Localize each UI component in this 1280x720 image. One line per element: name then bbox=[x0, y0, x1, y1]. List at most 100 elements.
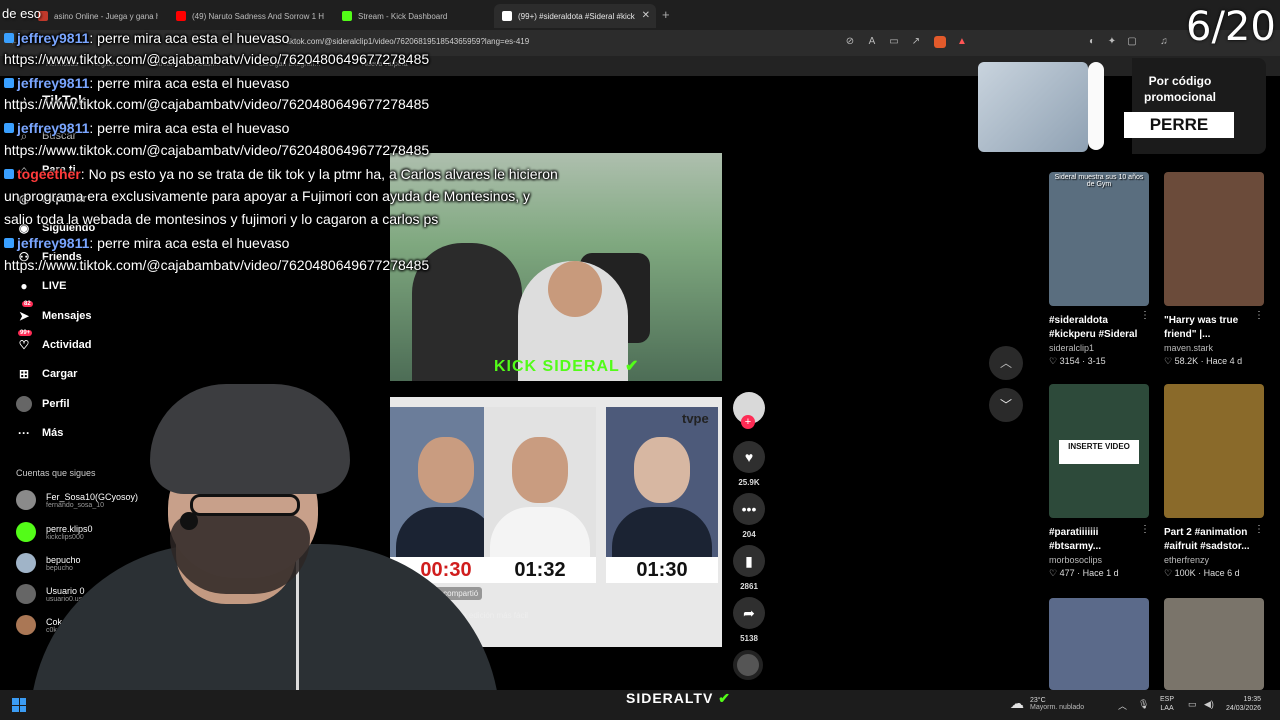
bookmark-item[interactable]: Reglas de... bbox=[92, 61, 129, 68]
tab-title: asino Online - Juega y gana h bbox=[54, 11, 158, 21]
message-count-badge: 82 bbox=[22, 301, 33, 307]
clock-time: 19:35 bbox=[1243, 696, 1262, 703]
microphone-icon[interactable]: 🎙 bbox=[1138, 699, 1149, 710]
extension-icon[interactable]: ◐ bbox=[1086, 36, 1098, 48]
bottom-logo-text: SIDERALTV bbox=[626, 690, 714, 706]
clock[interactable]: 19:35 24/03/2026 bbox=[1226, 695, 1261, 714]
promo-icon-strip bbox=[1088, 62, 1104, 150]
more-options-icon[interactable]: ⋮ bbox=[1140, 524, 1150, 535]
upload-icon: ⊞ bbox=[18, 367, 30, 381]
activity-icon: ♡ bbox=[18, 338, 30, 352]
bookmark-item[interactable]: Nueva carpeta bbox=[362, 61, 408, 68]
brave-shield-icon[interactable] bbox=[934, 36, 946, 48]
share-page-icon[interactable]: ↗ bbox=[910, 36, 922, 48]
nav-item-siguiendo[interactable]: ◉ Siguiendo bbox=[16, 220, 95, 236]
recommended-video-card[interactable] bbox=[1164, 598, 1264, 690]
search-input[interactable]: ⌕ Buscar bbox=[16, 128, 77, 144]
rewards-icon[interactable]: ▲ bbox=[956, 36, 968, 48]
weather-widget[interactable]: ☁ 23°C Mayorm. nublado bbox=[1010, 695, 1084, 712]
recommended-video-card[interactable]: INSERTE VIDEO #paratiiiiiii #btsarmy... … bbox=[1049, 384, 1149, 579]
goal-counter: 6/20 bbox=[1186, 4, 1276, 50]
nav-label: Explorar bbox=[42, 193, 87, 205]
cast-icon[interactable]: ▭ bbox=[888, 36, 900, 48]
close-tab-icon[interactable]: ✕ bbox=[642, 10, 650, 21]
volume-icon[interactable]: ◀) bbox=[1204, 699, 1214, 710]
site-info-icon[interactable]: ⚙ bbox=[268, 36, 280, 48]
music-disc-icon[interactable] bbox=[733, 650, 763, 680]
tv-channel-logo: tvpe bbox=[682, 411, 709, 426]
nav-label: Siguiendo bbox=[42, 222, 96, 234]
chevron-up-icon[interactable]: ︿ bbox=[1118, 699, 1127, 712]
candidate-face bbox=[634, 437, 690, 503]
nav-item-cargar[interactable]: ⊞ Cargar bbox=[16, 366, 78, 382]
nav-item-friends[interactable]: ⚇ Friends bbox=[16, 249, 82, 265]
video-top-frame[interactable]: KICK SIDERAL ✔ bbox=[390, 153, 722, 381]
lang-code: ESP bbox=[1160, 696, 1175, 703]
thumbnail-caption: INSERTE VIDEO bbox=[1059, 440, 1139, 464]
youtube-favicon-icon bbox=[176, 11, 186, 21]
nav-item-actividad[interactable]: ♡ Actividad 99+ bbox=[16, 330, 92, 353]
home-icon: ⌂ bbox=[20, 163, 28, 177]
like-button[interactable]: ♥ 25.9K bbox=[733, 441, 765, 487]
nav-item-mensajes[interactable]: ➤ Mensajes 82 bbox=[16, 301, 92, 324]
music-icon[interactable]: ♫ bbox=[1158, 36, 1170, 48]
tiktok-logo[interactable]: ♪ TikTok bbox=[16, 92, 86, 108]
recommended-video-card[interactable]: "Harry was true friend" |... maven.stark… bbox=[1164, 172, 1264, 367]
browser-tab[interactable]: Stream - Kick Dashboard bbox=[334, 4, 484, 28]
browser-tab[interactable]: (49) Naruto Sadness And Sorrow 1 H bbox=[168, 4, 324, 28]
scroll-up-icon[interactable]: ︿ bbox=[989, 346, 1023, 380]
sidebar-icon[interactable]: ▢ bbox=[1126, 36, 1138, 48]
bookmark-count: 2861 bbox=[740, 582, 758, 591]
streamer-glasses bbox=[190, 494, 300, 516]
nav-item-para-ti[interactable]: ⌂ Para ti bbox=[16, 162, 75, 178]
video-author: morbosoclips bbox=[1049, 555, 1103, 565]
more-options-icon[interactable]: ⋮ bbox=[1140, 310, 1150, 321]
new-tab-button[interactable]: + bbox=[662, 7, 670, 22]
browser-tab-active[interactable]: (99+) #sideraldota #Sideral #kick ✕ bbox=[494, 4, 656, 28]
video-title: "Harry was true friend" |... bbox=[1164, 315, 1239, 340]
video-stats: ♡ 100K · Hace 6 d bbox=[1164, 568, 1240, 578]
network-icon[interactable]: ▭ bbox=[1188, 699, 1197, 710]
video-stats: ♡ 477 · Hace 1 d bbox=[1049, 568, 1119, 578]
bookmark-button[interactable]: ▮ 2861 bbox=[733, 545, 765, 591]
tracking-icon[interactable]: ⊘ bbox=[844, 36, 856, 48]
browser-tab[interactable]: asino Online - Juega y gana h bbox=[30, 4, 158, 28]
puzzle-icon[interactable]: ✦ bbox=[1106, 36, 1118, 48]
tab-title: (99+) #sideraldota #Sideral #kick bbox=[518, 11, 635, 21]
bookmark-item[interactable]: Cardigan Exagran... bbox=[258, 61, 320, 68]
bookmark-item[interactable]: Stream - Kick Dash... bbox=[154, 61, 220, 68]
more-options-icon[interactable]: ⋮ bbox=[1254, 310, 1264, 321]
nav-item-explorar[interactable]: ◎ Explorar bbox=[16, 191, 87, 207]
promo-banner[interactable]: Por código promocional PERRE bbox=[970, 58, 1266, 154]
windows-start-icon[interactable] bbox=[12, 698, 26, 712]
streamer-right-head bbox=[548, 261, 602, 317]
nav-label: LIVE bbox=[42, 280, 67, 292]
address-bar-row: ← ⚙ tiktok.com/@sideralclip1/video/76206… bbox=[0, 30, 1280, 56]
url-field[interactable]: tiktok.com/@sideralclip1/video/762068195… bbox=[286, 37, 529, 46]
nav-label: Buscar bbox=[42, 130, 77, 142]
tiktok-logo-icon: ♪ bbox=[21, 93, 27, 107]
recommended-video-card[interactable] bbox=[1049, 598, 1149, 690]
lang-layout: LAA bbox=[1160, 705, 1174, 713]
search-icon: ⌕ bbox=[20, 129, 28, 143]
video-author: sideralclip1 bbox=[1049, 343, 1095, 353]
translate-icon[interactable]: A bbox=[866, 36, 878, 48]
scroll-down-icon[interactable]: ﹀ bbox=[989, 388, 1023, 422]
recommended-video-card[interactable]: Part 2 #animation #aifruit #sadstor... e… bbox=[1164, 384, 1264, 579]
nav-label: Actividad bbox=[42, 339, 92, 351]
follow-plus-icon[interactable]: + bbox=[741, 415, 755, 429]
language-indicator[interactable]: ESP LAA bbox=[1160, 695, 1174, 713]
share-button[interactable]: ➦ 5138 bbox=[733, 597, 765, 643]
video-author: etherfrenzy bbox=[1164, 555, 1210, 565]
bookmark-item[interactable]: Hermosas bbox=[46, 61, 78, 68]
recommended-video-card[interactable]: Sideral muestra sus 10 años de Gym #side… bbox=[1049, 172, 1149, 367]
cloud-icon: ☁ bbox=[1010, 695, 1024, 711]
more-options-icon[interactable]: ⋮ bbox=[1254, 524, 1264, 535]
comment-button[interactable]: ••• 204 bbox=[733, 493, 765, 539]
weather-temp: 23°C bbox=[1030, 696, 1046, 704]
nav-item-live[interactable]: ● LIVE bbox=[16, 278, 66, 294]
nav-label: Mensajes bbox=[42, 310, 92, 322]
back-icon[interactable]: ← bbox=[8, 36, 20, 48]
video-thumbnail bbox=[1164, 384, 1264, 518]
nav-label: Friends bbox=[42, 251, 82, 263]
